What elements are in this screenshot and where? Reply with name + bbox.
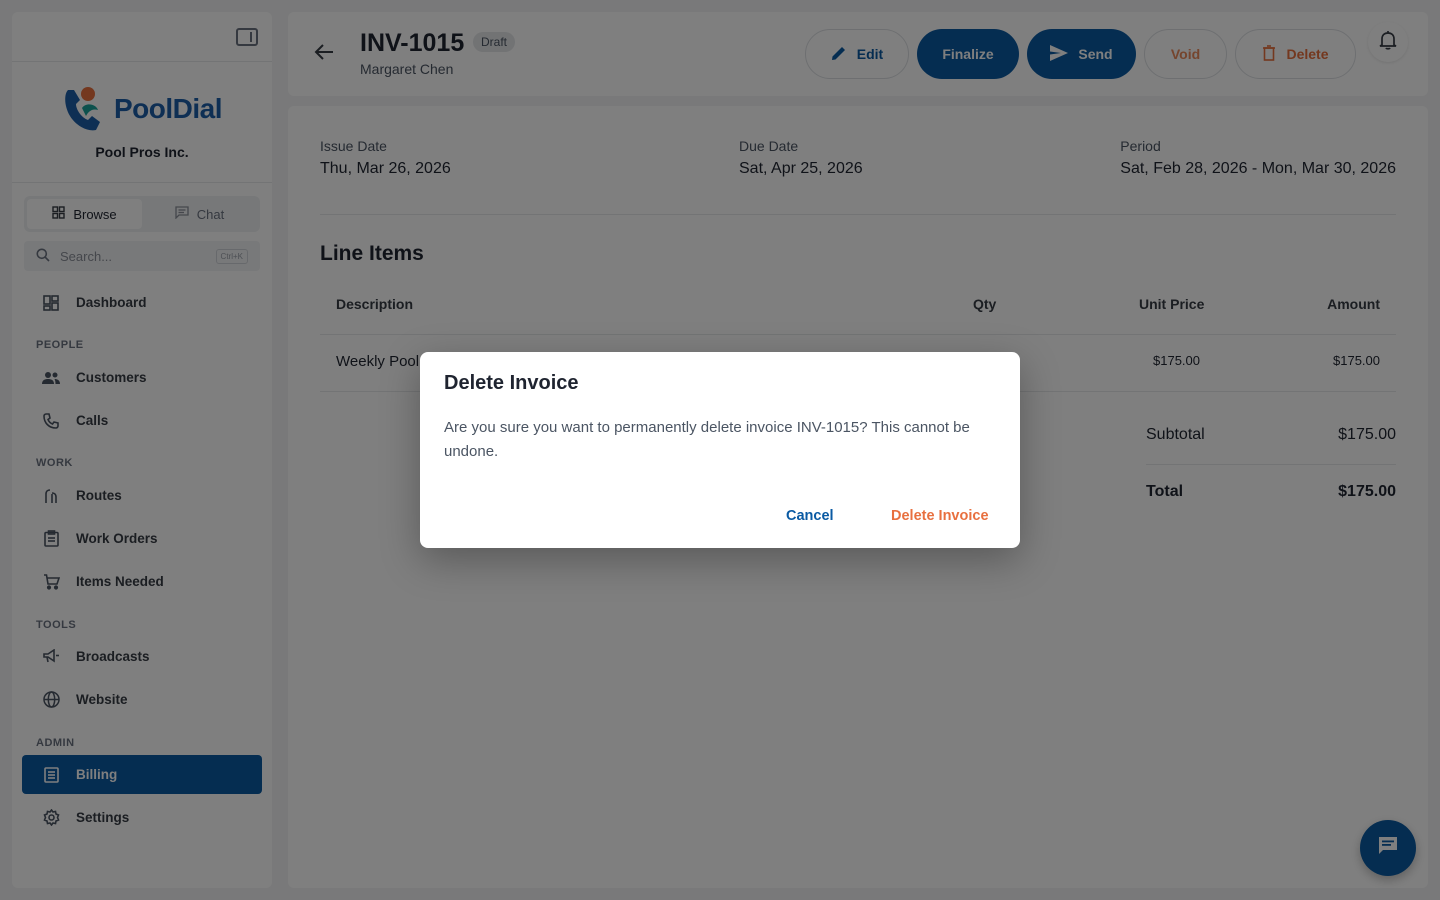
confirm-delete-button[interactable]: Delete Invoice xyxy=(891,508,989,524)
delete-invoice-dialog: Delete Invoice Are you sure you want to … xyxy=(420,352,1020,548)
dialog-title: Delete Invoice xyxy=(444,372,579,394)
cancel-button[interactable]: Cancel xyxy=(786,508,834,524)
dialog-message: Are you sure you want to permanently del… xyxy=(444,419,970,460)
